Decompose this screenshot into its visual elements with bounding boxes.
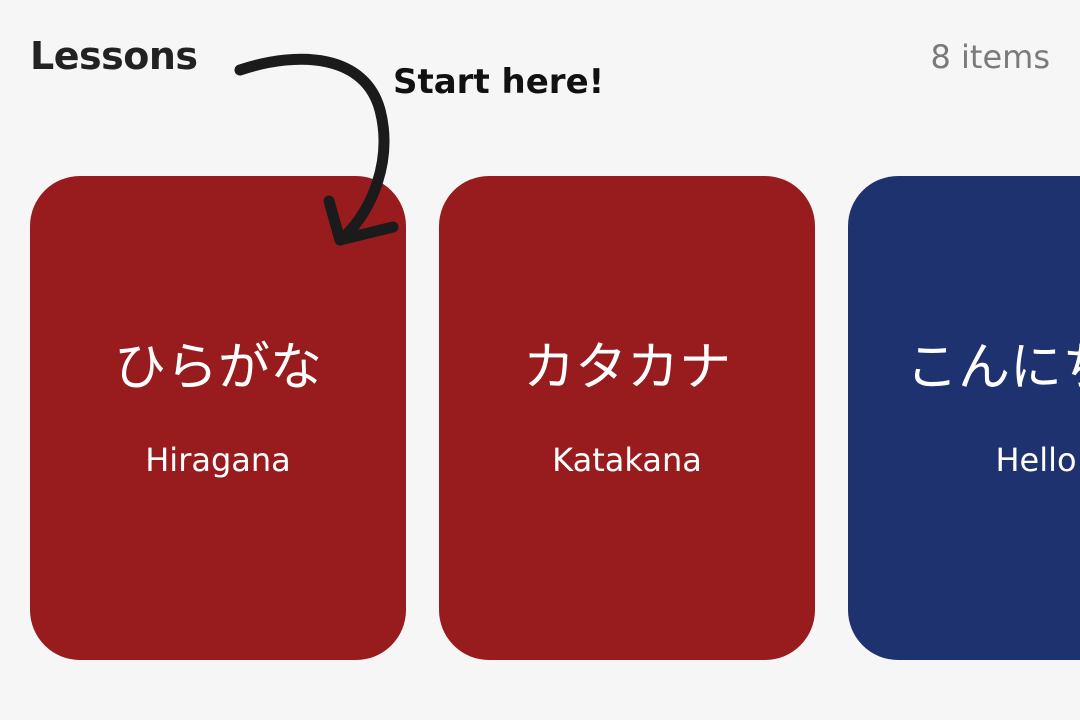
lesson-card-hiragana[interactable]: ひらがな Hiragana [30, 176, 406, 660]
item-count: 8 items [930, 38, 1051, 76]
lesson-card-japanese: こんにちは [905, 337, 1080, 398]
lesson-card-english: Hiragana [145, 441, 291, 479]
lesson-card-japanese: ひらがな [113, 337, 322, 398]
lesson-card-hello[interactable]: こんにちは Hello [848, 176, 1080, 660]
lesson-card-katakana[interactable]: カタカナ Katakana [439, 176, 815, 660]
lesson-card-english: Hello [995, 441, 1077, 479]
lesson-card-english: Katakana [552, 441, 702, 479]
lesson-card-japanese: カタカナ [522, 337, 731, 398]
start-here-annotation: Start here! [393, 62, 605, 102]
page-title: Lessons [30, 34, 198, 78]
lesson-carousel[interactable]: ひらがな Hiragana カタカナ Katakana こんにちは Hello [0, 176, 1080, 660]
